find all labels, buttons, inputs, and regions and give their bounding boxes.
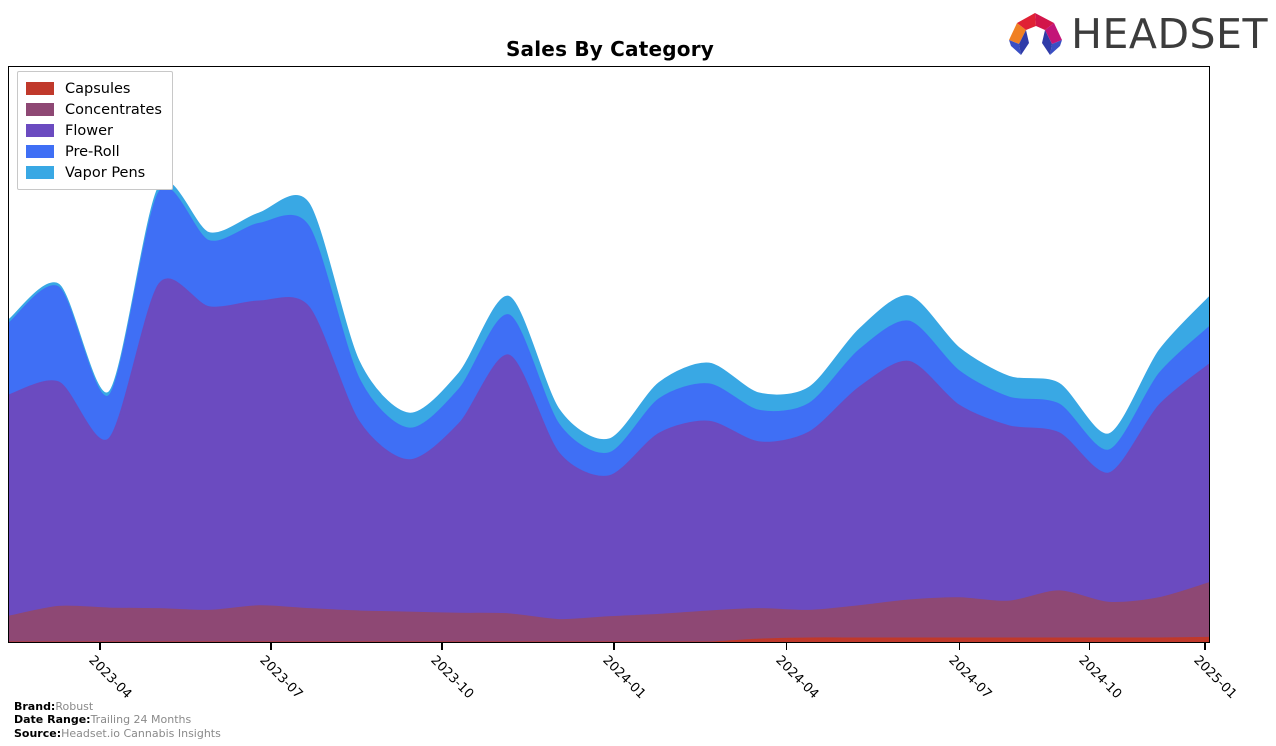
legend-swatch-icon: [26, 166, 54, 179]
x-axis-tick-label: 2023-10: [427, 653, 477, 703]
legend-item-label: Capsules: [65, 80, 131, 97]
footer-row: Source:Headset.io Cannabis Insights: [14, 727, 221, 741]
legend-item-label: Vapor Pens: [65, 164, 146, 181]
legend-item-label: Flower: [65, 122, 113, 139]
x-axis-tick-mark: [99, 643, 101, 650]
x-axis-tick-label: 2023-07: [256, 653, 306, 703]
x-axis-tick-label: 2025-01: [1190, 653, 1240, 703]
x-axis: 2023-04 2023-07 2023-10 2024-01 2024-04 2024-…: [8, 643, 1239, 703]
legend-swatch-icon: [26, 82, 54, 95]
footer-value: Headset.io Cannabis Insights: [61, 726, 221, 740]
x-axis-tick-mark: [613, 643, 615, 650]
legend-item-label: Concentrates: [65, 101, 162, 118]
headset-logo: HEADSET: [1007, 10, 1268, 58]
footer-row: Brand:Robust: [14, 700, 221, 714]
legend-item[interactable]: Pre-Roll: [26, 141, 162, 162]
stacked-area-chart: [9, 181, 1209, 642]
x-axis-tick-mark: [1204, 643, 1206, 650]
chart-footer: Brand:Robust Date Range:Trailing 24 Month…: [14, 700, 221, 741]
footer-value: Trailing 24 Months: [90, 713, 192, 726]
x-axis-tick-mark: [1089, 643, 1091, 650]
footer-key: Brand:: [14, 699, 56, 713]
x-axis-tick-mark: [270, 643, 272, 650]
footer-key: Source:: [14, 726, 62, 740]
x-axis-tick-label: 2024-10: [1075, 653, 1125, 703]
headset-logo-text: HEADSET: [1071, 9, 1268, 58]
legend-swatch-icon: [26, 103, 54, 116]
x-axis-tick-label: 2024-07: [945, 653, 995, 703]
legend-item[interactable]: Flower: [26, 120, 162, 141]
legend-item[interactable]: Capsules: [26, 78, 162, 99]
legend-swatch-icon: [26, 145, 54, 158]
legend-item[interactable]: Concentrates: [26, 99, 162, 120]
x-axis-tick-label: 2023-04: [85, 653, 135, 703]
footer-value: Robust: [55, 699, 94, 713]
x-axis-tick-label: 2024-01: [599, 653, 649, 703]
footer-key: Date Range:: [14, 713, 91, 726]
legend-item[interactable]: Vapor Pens: [26, 162, 162, 183]
legend-swatch-icon: [26, 124, 54, 137]
headset-logo-icon: [1009, 13, 1063, 55]
legend-item-label: Pre-Roll: [65, 143, 120, 160]
chart-legend: Capsules Concentrates Flower Pre-Roll Vapor …: [17, 71, 173, 190]
x-axis-tick-mark: [786, 643, 788, 650]
chart-plot-area: Capsules Concentrates Flower Pre-Roll Vapor …: [8, 66, 1210, 643]
x-axis-tick-mark: [958, 643, 961, 650]
x-axis-tick-mark: [441, 643, 443, 650]
x-axis-tick-label: 2024-04: [772, 653, 822, 703]
footer-row: Date Range:Trailing 24 Months: [14, 713, 221, 727]
